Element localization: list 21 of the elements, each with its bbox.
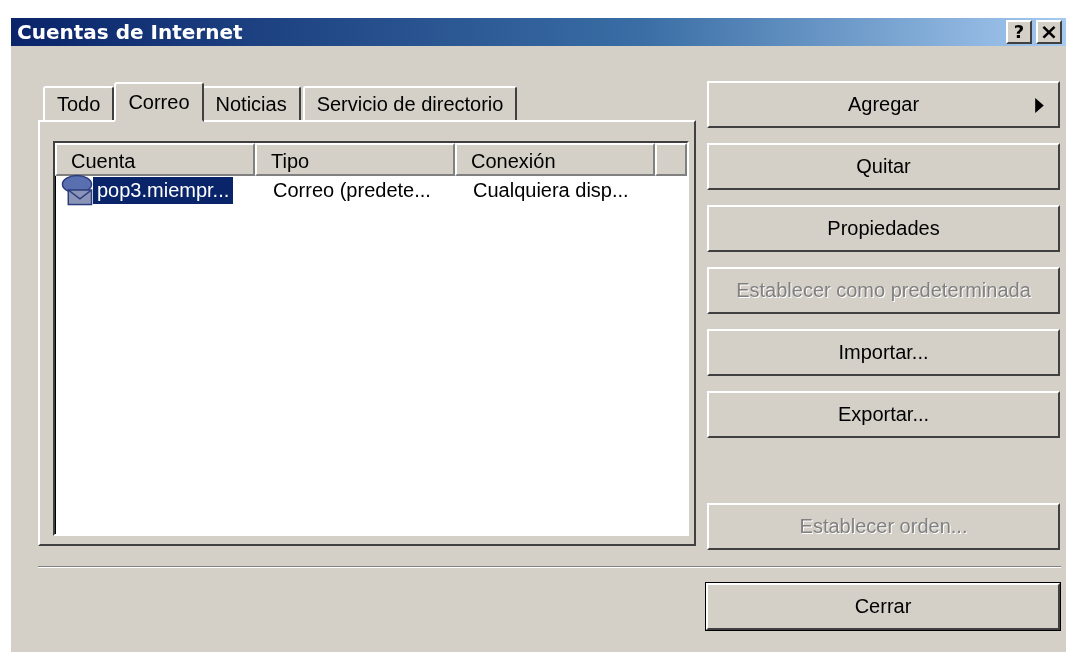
action-button[interactable]: Exportar...	[707, 391, 1060, 438]
action-button[interactable]: Quitar	[707, 143, 1060, 190]
table-cell[interactable]: pop3.miempr...	[93, 176, 234, 204]
close-button[interactable]: ×	[1036, 20, 1062, 44]
column-header[interactable]: Tipo	[255, 143, 455, 176]
action-button[interactable]: Propiedades	[707, 205, 1060, 252]
help-button[interactable]: ?	[1006, 20, 1032, 44]
action-button[interactable]: Importar...	[707, 329, 1060, 376]
tab[interactable]: Correo	[114, 82, 204, 122]
window-title: Cuentas de Internet	[17, 20, 243, 44]
table-cell[interactable]: Cualquiera disp...	[469, 176, 633, 204]
mail-account-icon	[59, 174, 95, 206]
table-cell[interactable]: Correo (predete...	[269, 176, 435, 204]
tab[interactable]: Servicio de directorio	[302, 86, 518, 120]
tab[interactable]: Noticias	[201, 86, 301, 120]
tab[interactable]: Todo	[43, 86, 115, 120]
column-header[interactable]: Cuenta	[55, 143, 255, 176]
close-dialog-button[interactable]: Cerrar	[706, 583, 1060, 630]
action-button[interactable]: Agregar	[707, 81, 1060, 128]
column-header[interactable]: Conexión	[455, 143, 655, 176]
submenu-arrow-icon	[1035, 98, 1044, 113]
